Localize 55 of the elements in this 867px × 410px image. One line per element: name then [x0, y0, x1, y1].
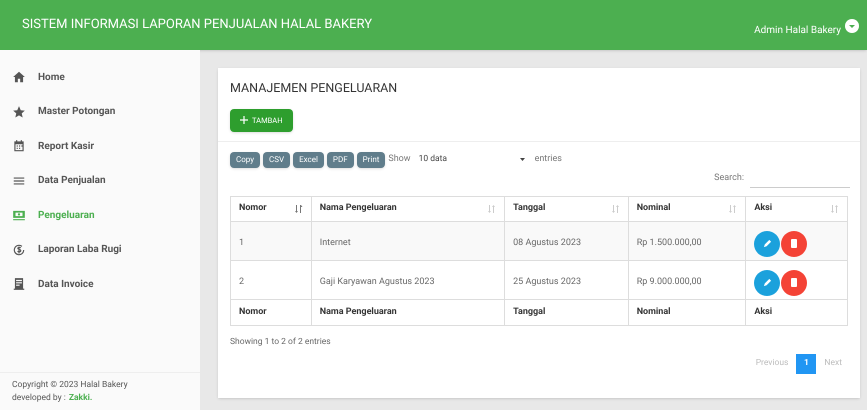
column-footer: Nominal — [636, 306, 671, 319]
sidebar-item[interactable]: Master Potongan — [0, 94, 200, 129]
table-cell: Internet — [320, 238, 351, 248]
column-header[interactable]: Tanggal — [504, 196, 628, 221]
coin-icon — [12, 242, 26, 257]
card-title: MANAJEMEN PENGELUARAN — [230, 80, 398, 98]
table-cell: 2 — [239, 276, 244, 287]
sidebar-item[interactable]: Report Kasir — [0, 129, 200, 164]
copyright-text: Copyright © 2023 Halal Bakery — [12, 379, 129, 392]
pencil-icon — [762, 239, 772, 248]
edit-button[interactable] — [754, 230, 780, 257]
export-button[interactable]: Copy — [230, 152, 260, 168]
pencil-icon — [762, 278, 772, 288]
money-icon — [12, 208, 26, 222]
column-header[interactable]: Nomor — [231, 196, 311, 221]
column-footer: Nama Pengeluaran — [320, 306, 397, 319]
table-cell: 25 Agustus 2023 — [513, 276, 582, 287]
export-button[interactable]: PDF — [326, 152, 354, 168]
page-length-select[interactable]: 10 data — [418, 153, 529, 166]
sidebar-item[interactable]: Data Penjualan — [0, 164, 200, 198]
table-cell: Rp 1.500.000,00 — [636, 238, 702, 248]
table-cell: 08 Agustus 2023 — [513, 238, 582, 248]
sidebar-item[interactable]: Laporan Laba Rugi — [0, 232, 200, 267]
caret-icon — [520, 158, 525, 162]
export-button[interactable]: Excel — [293, 152, 324, 168]
delete-button[interactable] — [781, 230, 808, 257]
entries-info: Showing 1 to 2 of 2 entries — [230, 336, 331, 348]
export-button[interactable]: CSV — [263, 152, 290, 168]
table-cell: Gaji Karyawan Agustus 2023 — [320, 276, 435, 287]
plus-icon — [240, 116, 248, 124]
column-header[interactable]: Nominal — [628, 196, 746, 221]
column-header[interactable]: Nama Pengeluaran — [310, 196, 504, 221]
entries-label: entries — [534, 153, 562, 166]
delete-button[interactable] — [781, 270, 808, 296]
star-icon — [12, 104, 26, 119]
column-footer: Tanggal — [513, 306, 546, 319]
column-header[interactable]: Aksi — [745, 196, 848, 221]
app-title: SISTEM INFORMASI LAPORAN PENJUALAN HALAL BAKERY — [22, 16, 372, 34]
trash-icon — [790, 278, 798, 288]
show-label: Show — [388, 153, 411, 166]
sidebar-item[interactable]: Home — [0, 60, 200, 94]
table-cell: 1 — [239, 238, 244, 248]
export-button[interactable]: Print — [356, 152, 386, 168]
column-footer: Aksi — [754, 306, 772, 319]
table-cell: Rp 9.000.000,00 — [636, 276, 702, 287]
trash-icon — [790, 239, 798, 248]
developer-label: developed by : — [12, 392, 66, 405]
search-label: Search: — [714, 172, 744, 185]
column-footer: Nomor — [239, 306, 267, 319]
home-icon — [12, 70, 26, 84]
sidebar-item[interactable]: Data Invoice — [0, 267, 200, 302]
dropdown-icon[interactable] — [845, 19, 859, 33]
calendar-icon — [12, 139, 26, 154]
receipt-icon — [12, 277, 26, 292]
edit-button[interactable] — [754, 270, 780, 296]
